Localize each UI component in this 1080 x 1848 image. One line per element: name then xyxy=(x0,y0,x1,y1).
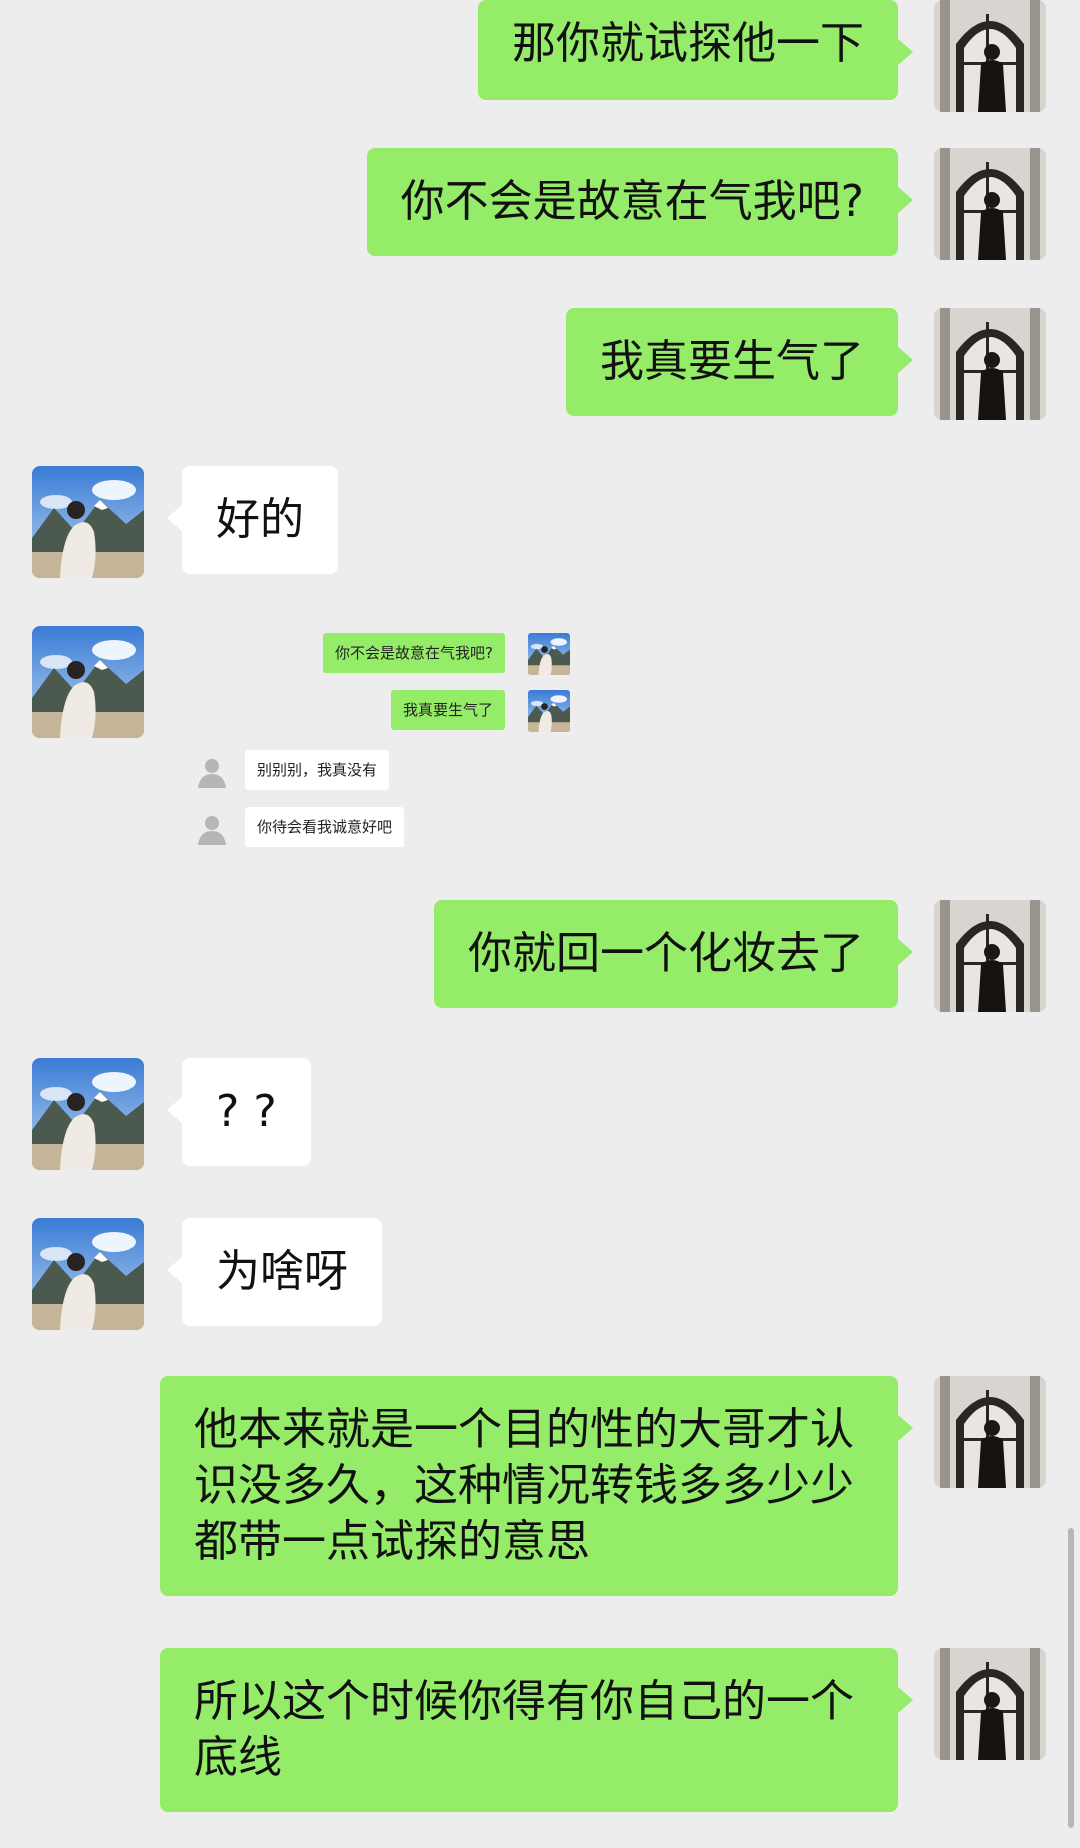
embedded-bubble-sent: 我真要生气了 xyxy=(390,690,505,730)
embedded-screenshot[interactable]: 你不会是故意在气我吧? 我真要生气了 别别别，我真没有 你待会看我诚意好吧 xyxy=(150,620,570,850)
contact-avatar-icon[interactable] xyxy=(32,1058,144,1170)
person-silhouette-icon xyxy=(194,754,230,790)
chat-area[interactable]: 那你就试探他一下 你不会是故意在气我吧? 我真要生气了 好的 你不会是故意在气我… xyxy=(0,0,1080,1848)
contact-avatar-icon[interactable] xyxy=(32,1218,144,1330)
my-avatar-icon[interactable] xyxy=(934,900,1046,1012)
contact-avatar-icon[interactable] xyxy=(32,626,144,738)
contact-avatar-icon[interactable] xyxy=(32,466,144,578)
message-bubble-received[interactable]: 好的 xyxy=(167,466,338,574)
my-avatar-icon[interactable] xyxy=(934,1648,1046,1760)
my-avatar-icon[interactable] xyxy=(934,148,1046,260)
message-bubble-sent[interactable]: 你就回一个化妆去了 xyxy=(434,900,913,1008)
message-bubble-sent[interactable]: 所以这个时候你得有你自己的一个底线 xyxy=(160,1648,913,1812)
embedded-avatar-icon xyxy=(528,690,570,732)
embedded-bubble-sent: 你不会是故意在气我吧? xyxy=(323,633,505,673)
message-bubble-sent[interactable]: 我真要生气了 xyxy=(566,308,913,416)
message-bubble-sent[interactable]: 那你就试探他一下 xyxy=(478,0,913,100)
my-avatar-icon[interactable] xyxy=(934,308,1046,420)
person-silhouette-icon xyxy=(194,811,230,847)
message-bubble-received[interactable]: ? ? xyxy=(167,1058,311,1166)
message-bubble-received[interactable]: 为啥呀 xyxy=(167,1218,382,1326)
embedded-bubble-received: 别别别，我真没有 xyxy=(245,750,390,790)
scrollbar[interactable] xyxy=(1068,1528,1074,1828)
message-bubble-sent[interactable]: 你不会是故意在气我吧? xyxy=(366,148,914,256)
my-avatar-icon[interactable] xyxy=(934,0,1046,112)
embedded-avatar-icon xyxy=(528,633,570,675)
message-bubble-sent[interactable]: 他本来就是一个目的性的大哥才认识没多久，这种情况转钱多多少少都带一点试探的意思 xyxy=(160,1376,913,1596)
embedded-bubble-received: 你待会看我诚意好吧 xyxy=(245,807,405,847)
my-avatar-icon[interactable] xyxy=(934,1376,1046,1488)
